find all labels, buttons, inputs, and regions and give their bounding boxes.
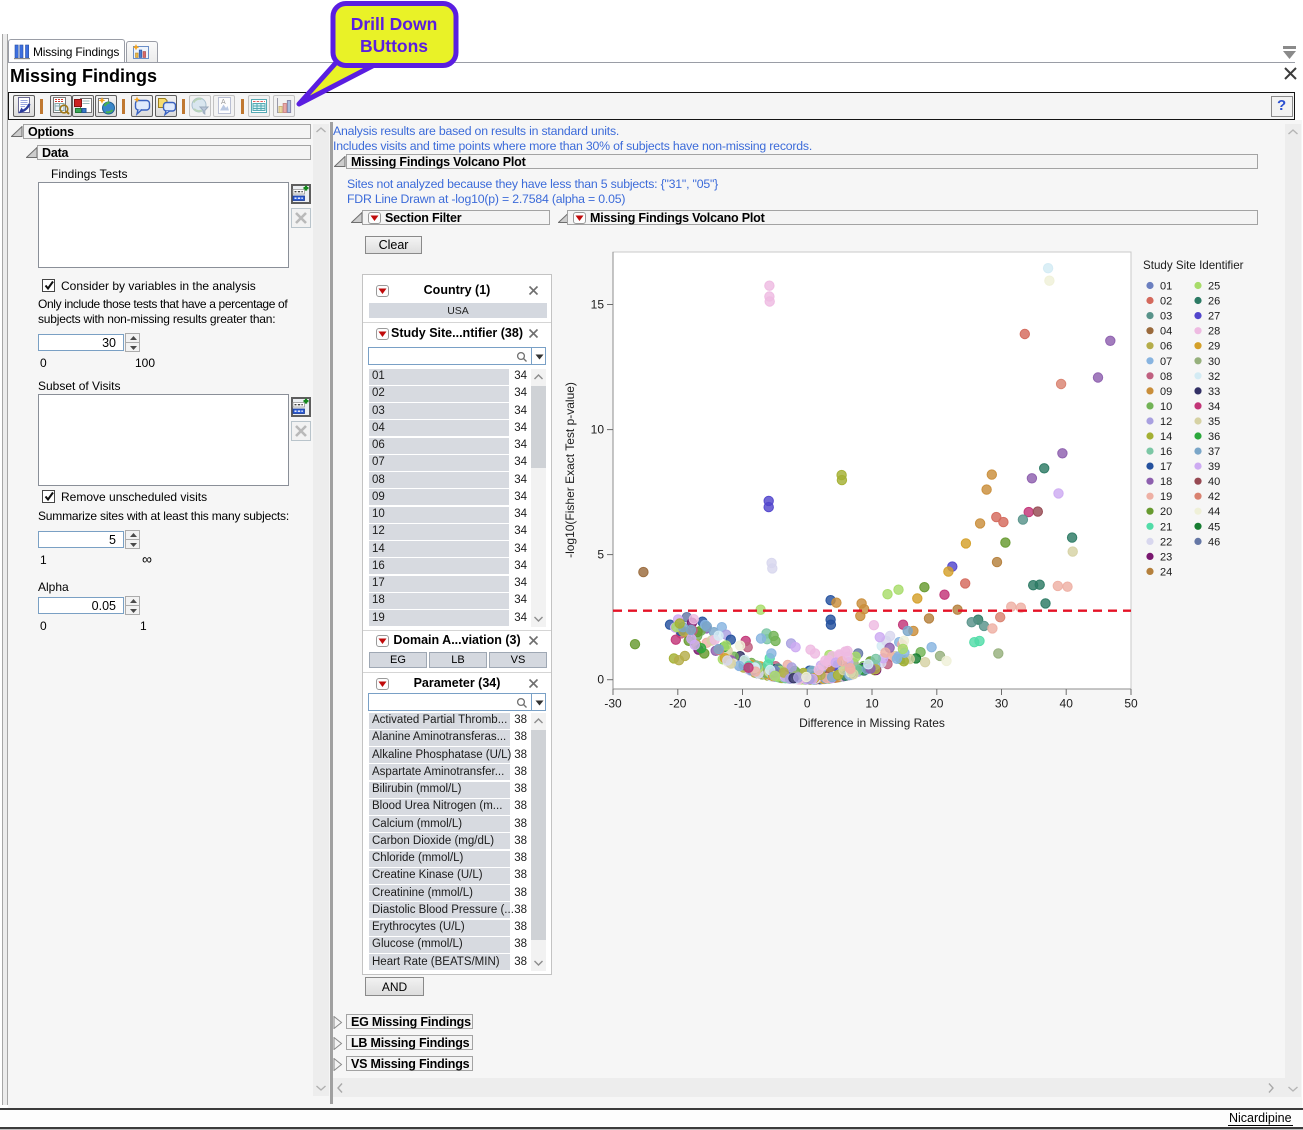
svg-text:20: 20 (930, 697, 944, 711)
svg-text:35: 35 (1208, 416, 1220, 428)
svg-text:30: 30 (1208, 356, 1220, 368)
svg-text:0: 0 (597, 673, 604, 687)
svg-text:Study Site Identifier: Study Site Identifier (1143, 259, 1244, 272)
svg-text:-30: -30 (604, 697, 622, 711)
svg-text:24: 24 (1160, 566, 1172, 578)
svg-text:5: 5 (597, 548, 604, 562)
svg-text:23: 23 (1160, 551, 1172, 563)
svg-text:-10: -10 (734, 697, 752, 711)
svg-text:Drill Down: Drill Down (351, 14, 438, 34)
svg-text:-log10(Fisher Exact Test p-val: -log10(Fisher Exact Test p-value) (563, 382, 577, 558)
svg-text:01: 01 (1160, 281, 1172, 293)
svg-text:07: 07 (1160, 356, 1172, 368)
svg-text:40: 40 (1208, 476, 1220, 488)
svg-text:21: 21 (1160, 521, 1172, 533)
svg-text:26: 26 (1208, 296, 1220, 308)
svg-text:19: 19 (1160, 491, 1172, 503)
svg-text:36: 36 (1208, 431, 1220, 443)
svg-text:15: 15 (591, 298, 605, 312)
svg-text:06: 06 (1160, 341, 1172, 353)
svg-text:25: 25 (1208, 281, 1220, 293)
svg-text:BUttons: BUttons (360, 36, 428, 56)
svg-text:09: 09 (1160, 386, 1172, 398)
svg-text:29: 29 (1208, 341, 1220, 353)
svg-text:14: 14 (1160, 431, 1172, 443)
svg-text:17: 17 (1160, 461, 1172, 473)
svg-text:12: 12 (1160, 416, 1172, 428)
svg-text:46: 46 (1208, 536, 1220, 548)
svg-text:45: 45 (1208, 521, 1220, 533)
svg-text:33: 33 (1208, 386, 1220, 398)
svg-text:0: 0 (804, 697, 811, 711)
svg-text:37: 37 (1208, 446, 1220, 458)
svg-text:02: 02 (1160, 296, 1172, 308)
svg-text:16: 16 (1160, 446, 1172, 458)
svg-text:10: 10 (1160, 401, 1172, 413)
svg-text:42: 42 (1208, 491, 1220, 503)
svg-text:Difference in Missing Rates: Difference in Missing Rates (799, 716, 945, 730)
svg-text:10: 10 (865, 697, 879, 711)
svg-text:20: 20 (1160, 506, 1172, 518)
svg-text:A: A (221, 99, 226, 106)
svg-text:40: 40 (1060, 697, 1074, 711)
svg-text:34: 34 (1208, 401, 1220, 413)
svg-text:04: 04 (1160, 326, 1172, 338)
svg-text:44: 44 (1208, 506, 1220, 518)
svg-text:03: 03 (1160, 311, 1172, 323)
svg-text:30: 30 (995, 697, 1009, 711)
svg-text:18: 18 (1160, 476, 1172, 488)
svg-text:08: 08 (1160, 371, 1172, 383)
svg-text:50: 50 (1124, 697, 1138, 711)
svg-text:39: 39 (1208, 461, 1220, 473)
svg-text:-20: -20 (669, 697, 687, 711)
svg-text:28: 28 (1208, 326, 1220, 338)
svg-text:27: 27 (1208, 311, 1220, 323)
svg-text:22: 22 (1160, 536, 1172, 548)
svg-text:10: 10 (591, 423, 605, 437)
svg-text:32: 32 (1208, 371, 1220, 383)
